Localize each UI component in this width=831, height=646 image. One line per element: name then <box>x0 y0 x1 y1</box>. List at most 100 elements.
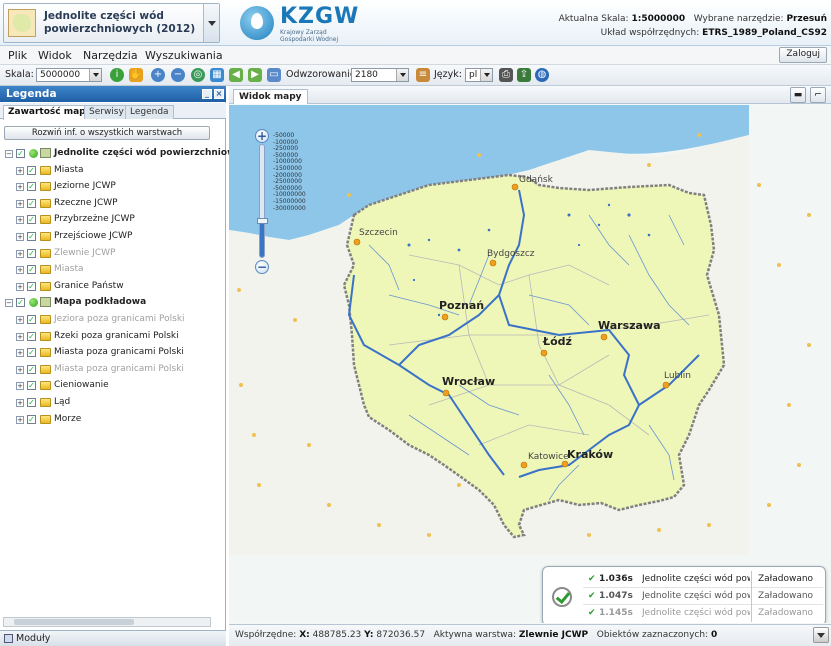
expand-icon[interactable]: + <box>16 382 24 391</box>
pin-icon[interactable]: ⌐ <box>810 87 826 103</box>
expand-icon[interactable]: + <box>16 398 24 407</box>
layer-checkbox[interactable]: ✓ <box>27 331 36 341</box>
city-marker[interactable] <box>441 313 449 321</box>
city-marker[interactable] <box>511 183 519 191</box>
city-marker[interactable] <box>442 389 450 397</box>
city-marker[interactable] <box>520 461 528 469</box>
layer-checkbox[interactable]: ✓ <box>27 198 36 208</box>
layer-row[interactable]: + ✓ Cieniowanie <box>0 378 226 395</box>
dpi-select[interactable]: 2180 <box>351 68 409 82</box>
zoom-slider[interactable] <box>257 144 268 258</box>
layer-row[interactable]: + ✓ Przejściowe JCWP <box>0 229 226 246</box>
layer-row[interactable]: + ✓ Miasta poza granicami Polski <box>0 345 226 362</box>
tab-legenda[interactable]: Legenda <box>125 105 174 119</box>
menu-plik[interactable]: Plik <box>8 49 27 62</box>
menu-widok[interactable]: Widok <box>38 49 72 62</box>
collapse-button[interactable] <box>813 627 829 643</box>
layers-icon[interactable]: ≡ <box>416 68 430 82</box>
layer-row[interactable]: + ✓ Miasta <box>0 262 226 279</box>
city-marker[interactable] <box>662 381 670 389</box>
expand-icon[interactable]: + <box>16 199 24 208</box>
layer-row[interactable]: + ✓ Jeziorne JCWP <box>0 179 226 196</box>
city-marker[interactable] <box>540 349 548 357</box>
expand-icon[interactable]: + <box>16 249 24 258</box>
layer-row[interactable]: + ✓ Jeziora poza granicami Polski <box>0 312 226 329</box>
language-select[interactable]: pl <box>465 68 493 82</box>
layer-checkbox[interactable]: ✓ <box>27 265 36 275</box>
layer-checkbox[interactable]: ✓ <box>27 182 36 192</box>
layer-checkbox[interactable]: ✓ <box>27 314 36 324</box>
zoom-out-icon[interactable]: − <box>171 68 185 82</box>
layer-checkbox[interactable]: ✓ <box>27 364 36 374</box>
collapse-icon[interactable]: − <box>5 150 13 158</box>
minimize-icon[interactable]: _ <box>202 89 212 99</box>
layer-row[interactable]: + ✓ Rzeczne JCWP <box>0 196 226 213</box>
expand-icon[interactable]: + <box>16 332 24 341</box>
expand-icon[interactable]: + <box>16 232 24 241</box>
layer-row[interactable]: + ✓ Miasta <box>0 163 226 180</box>
expand-icon[interactable]: + <box>16 266 24 275</box>
map-canvas[interactable]: Gdańsk Szczecin Bydgoszcz Poznań Warszawa Łód… <box>229 105 831 623</box>
layer-row[interactable]: + ✓ Przybrzeżne JCWP <box>0 212 226 229</box>
expand-icon[interactable]: + <box>16 415 24 424</box>
info-icon[interactable]: i <box>110 68 124 82</box>
expand-icon[interactable]: + <box>16 315 24 324</box>
close-icon[interactable]: × <box>214 89 224 99</box>
layer-checkbox[interactable]: ✓ <box>27 165 36 175</box>
city-marker[interactable] <box>489 259 497 267</box>
zoom-in-icon[interactable]: + <box>151 68 165 82</box>
back-arrow-icon[interactable]: ◀ <box>229 68 243 82</box>
expand-icon[interactable]: + <box>16 166 24 175</box>
collapse-icon[interactable]: − <box>5 299 13 308</box>
zoom-plus-button[interactable]: + <box>255 129 269 143</box>
city-marker[interactable] <box>600 333 608 341</box>
layer-checkbox[interactable]: ✓ <box>27 414 36 424</box>
screen-icon[interactable]: ▭ <box>267 68 281 82</box>
horizontal-scrollbar[interactable] <box>3 617 211 627</box>
project-selector[interactable]: Jednolite części wód powierzchniowych (2… <box>3 3 220 43</box>
layer-checkbox[interactable]: ✓ <box>27 381 36 391</box>
layer-row[interactable]: + ✓ Granice Państw <box>0 279 226 296</box>
menu-wyszukiwania[interactable]: Wyszukiwania <box>145 49 223 62</box>
full-extent-icon[interactable]: ◎ <box>191 68 205 82</box>
layer-row[interactable]: + ✓ Morze <box>0 412 226 429</box>
export-icon[interactable]: ⇪ <box>517 68 531 82</box>
layer-checkbox[interactable]: ✓ <box>27 348 36 358</box>
layer-checkbox[interactable]: ✓ <box>27 231 36 241</box>
modules-bar[interactable]: Moduły <box>0 630 226 646</box>
chevron-down-icon[interactable] <box>203 4 219 42</box>
layer-group[interactable]: − ✓ Jednolite części wód powierzchniowych … <box>0 146 260 163</box>
zoom-box-icon[interactable]: ▦ <box>210 68 224 82</box>
expand-icon[interactable]: + <box>16 183 24 192</box>
layer-row[interactable]: + ✓ Ląd <box>0 395 226 412</box>
layer-row[interactable]: + ✓ Zlewnie JCWP <box>0 246 226 263</box>
expand-icon[interactable]: + <box>16 282 24 291</box>
zoom-knob[interactable] <box>257 218 268 225</box>
layer-checkbox[interactable]: ✓ <box>27 281 36 291</box>
city-marker[interactable] <box>353 238 361 246</box>
globe-icon[interactable]: ◍ <box>535 68 549 82</box>
menu-narzedzia[interactable]: Narzędzia <box>83 49 138 62</box>
pan-hand-icon[interactable]: ✋ <box>129 68 143 82</box>
layer-row[interactable]: + ✓ Rzeki poza granicami Polski <box>0 329 226 346</box>
zoom-minus-button[interactable]: − <box>255 260 269 274</box>
expand-icon[interactable]: + <box>16 365 24 374</box>
layer-checkbox[interactable]: ✓ <box>16 298 25 308</box>
tab-zawartosc-mapy[interactable]: Zawartość mapy <box>3 105 97 120</box>
expand-icon[interactable]: + <box>16 349 24 358</box>
tab-serwisy[interactable]: Serwisy <box>84 105 129 119</box>
tab-widok-mapy[interactable]: Widok mapy <box>233 89 308 104</box>
forward-arrow-icon[interactable]: ▶ <box>248 68 262 82</box>
layer-row[interactable]: + ✓ Miasta poza granicami Polski <box>0 362 226 379</box>
layer-checkbox[interactable]: ✓ <box>27 397 36 407</box>
login-button[interactable]: Zaloguj <box>779 47 827 63</box>
expand-icon[interactable]: + <box>16 216 24 225</box>
layer-group[interactable]: − ✓ Mapa podkładowa <box>0 295 226 312</box>
comment-icon[interactable]: ▬ <box>790 87 806 103</box>
layer-checkbox[interactable]: ✓ <box>27 215 36 225</box>
expand-all-layers-button[interactable]: Rozwiń inf. o wszystkich warstwach <box>4 126 210 140</box>
layer-checkbox[interactable]: ✓ <box>27 248 36 258</box>
print-icon[interactable]: ⎙ <box>499 68 513 82</box>
scale-select[interactable]: 5000000 <box>36 68 102 82</box>
layer-checkbox[interactable]: ✓ <box>16 149 25 158</box>
